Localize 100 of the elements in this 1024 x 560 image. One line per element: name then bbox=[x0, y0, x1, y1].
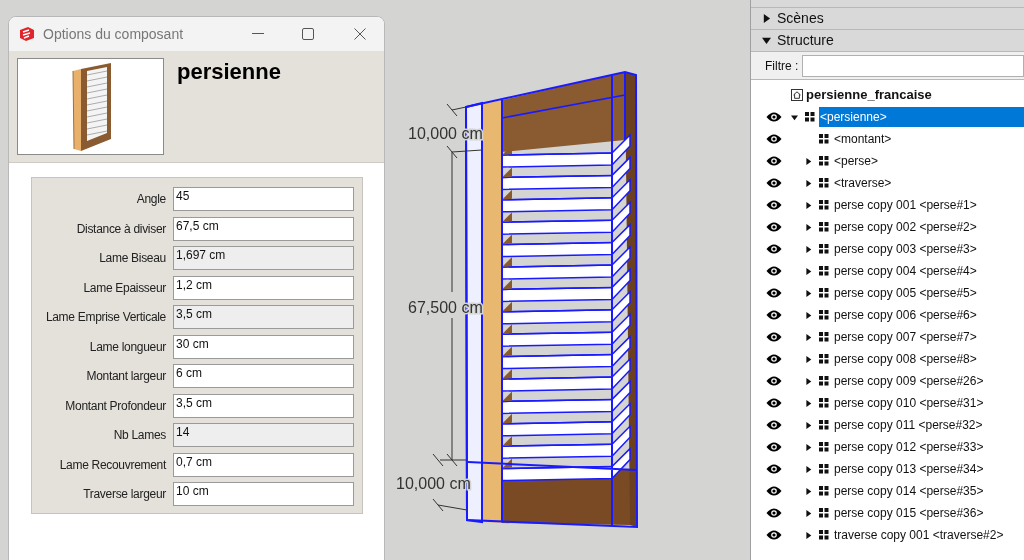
eye-icon[interactable] bbox=[766, 331, 782, 343]
collapse-caret-icon[interactable] bbox=[791, 113, 798, 121]
minimize-icon[interactable] bbox=[252, 33, 264, 35]
tree-item[interactable]: traverse copy 001 <traverse#2> bbox=[833, 525, 1024, 545]
expand-caret-icon[interactable] bbox=[805, 443, 812, 451]
component-icon bbox=[805, 112, 815, 122]
tree-item[interactable]: <montant> bbox=[833, 129, 1024, 149]
collapse-caret-icon[interactable] bbox=[762, 36, 771, 45]
tree-item[interactable]: <persienne> bbox=[819, 107, 1024, 127]
component-icon bbox=[819, 508, 829, 518]
text-field[interactable]: 67,5 cm bbox=[173, 216, 354, 241]
eye-icon[interactable] bbox=[766, 463, 782, 475]
eye-icon[interactable] bbox=[766, 155, 782, 167]
expand-caret-icon[interactable] bbox=[805, 201, 812, 209]
field-label: Lame Biseau bbox=[98, 250, 167, 267]
tree-item[interactable]: perse copy 002 <perse#2> bbox=[833, 217, 1024, 237]
field-label: Angle bbox=[135, 191, 167, 208]
expand-caret-icon[interactable] bbox=[805, 399, 812, 407]
field-label: Traverse largeur bbox=[82, 486, 167, 503]
field-label: Lame Recouvrement bbox=[58, 456, 168, 474]
tree-item[interactable]: perse copy 005 <perse#5> bbox=[833, 283, 1024, 303]
eye-icon[interactable] bbox=[766, 265, 782, 277]
expand-caret-icon[interactable] bbox=[805, 289, 812, 297]
tree-item[interactable]: perse copy 009 <perse#26> bbox=[833, 371, 1024, 391]
expand-caret-icon[interactable] bbox=[805, 421, 812, 429]
eye-icon[interactable] bbox=[766, 397, 782, 409]
tree-item[interactable]: perse copy 011 <perse#32> bbox=[833, 415, 1024, 435]
component-icon bbox=[819, 156, 829, 166]
eye-icon[interactable] bbox=[766, 111, 782, 123]
eye-icon[interactable] bbox=[766, 485, 782, 497]
eye-icon[interactable] bbox=[766, 133, 782, 145]
tree-item[interactable]: perse copy 003 <perse#3> bbox=[833, 239, 1024, 259]
tree-item[interactable]: perse copy 013 <perse#34> bbox=[833, 459, 1024, 479]
eye-icon[interactable] bbox=[766, 243, 782, 255]
panel-header[interactable]: Scènes bbox=[751, 8, 1024, 30]
tree-item[interactable]: perse copy 001 <perse#1> bbox=[833, 195, 1024, 215]
component-icon bbox=[819, 530, 829, 540]
expand-caret-icon[interactable] bbox=[805, 179, 812, 187]
text-field[interactable]: 1,2 cm bbox=[173, 275, 354, 300]
expand-caret-icon[interactable] bbox=[805, 157, 812, 165]
component-icon bbox=[819, 178, 829, 188]
tree-item[interactable]: persienne_francaise bbox=[805, 85, 1024, 105]
app-logo-icon bbox=[19, 26, 35, 42]
component-icon bbox=[819, 442, 829, 452]
expand-caret-icon[interactable] bbox=[805, 223, 812, 231]
field-label: Montant largeur bbox=[85, 368, 167, 385]
component-name: persienne bbox=[177, 61, 281, 83]
tree-item[interactable]: <traverse> bbox=[833, 173, 1024, 193]
expand-caret-icon[interactable] bbox=[805, 311, 812, 319]
expand-caret-icon[interactable] bbox=[805, 377, 812, 385]
component-icon bbox=[819, 354, 829, 364]
tree-item[interactable]: perse copy 008 <perse#8> bbox=[833, 349, 1024, 369]
tree-item[interactable]: perse copy 007 <perse#7> bbox=[833, 327, 1024, 347]
component-icon bbox=[819, 200, 829, 210]
component-icon bbox=[819, 222, 829, 232]
expand-caret-icon[interactable] bbox=[805, 355, 812, 363]
panel-header[interactable]: Structure bbox=[751, 30, 1024, 52]
filter-field[interactable] bbox=[802, 54, 1024, 77]
eye-icon[interactable] bbox=[766, 353, 782, 365]
component-icon bbox=[819, 398, 829, 408]
eye-icon[interactable] bbox=[766, 221, 782, 233]
eye-icon[interactable] bbox=[766, 507, 782, 519]
text-field[interactable]: 30 cm bbox=[173, 334, 354, 359]
tree-item[interactable]: <perse> bbox=[833, 151, 1024, 171]
maximize-icon[interactable] bbox=[302, 28, 314, 40]
text-field[interactable]: 10 cm bbox=[173, 482, 354, 506]
expand-caret-icon[interactable] bbox=[805, 465, 812, 473]
eye-icon[interactable] bbox=[766, 529, 782, 541]
component-icon bbox=[819, 310, 829, 320]
tree-item[interactable]: perse copy 006 <perse#6> bbox=[833, 305, 1024, 325]
tree-item[interactable]: perse copy 014 <perse#35> bbox=[833, 481, 1024, 501]
expand-caret-icon[interactable] bbox=[805, 487, 812, 495]
eye-icon[interactable] bbox=[766, 309, 782, 321]
tree-item[interactable]: perse copy 004 <perse#4> bbox=[833, 261, 1024, 281]
component-icon bbox=[819, 134, 829, 144]
text-field[interactable]: 6 cm bbox=[173, 364, 354, 388]
eye-icon[interactable] bbox=[766, 199, 782, 211]
expand-caret-icon[interactable] bbox=[805, 509, 812, 517]
expand-caret-icon[interactable] bbox=[805, 267, 812, 275]
eye-icon[interactable] bbox=[766, 375, 782, 387]
filter-label: Filtre : bbox=[765, 57, 799, 75]
component-icon bbox=[819, 266, 829, 276]
close-icon[interactable] bbox=[354, 28, 366, 40]
expand-caret-icon[interactable] bbox=[805, 333, 812, 341]
eye-icon[interactable] bbox=[766, 441, 782, 453]
expand-caret-icon[interactable] bbox=[805, 245, 812, 253]
eye-icon[interactable] bbox=[766, 287, 782, 299]
tree-item[interactable]: perse copy 015 <perse#36> bbox=[833, 503, 1024, 523]
text-field[interactable]: 0,7 cm bbox=[173, 452, 354, 477]
tree-item[interactable]: perse copy 010 <perse#31> bbox=[833, 393, 1024, 413]
eye-icon[interactable] bbox=[766, 177, 782, 189]
field-label: Distance à diviser bbox=[75, 220, 167, 238]
eye-icon[interactable] bbox=[766, 419, 782, 431]
expand-caret-icon[interactable] bbox=[762, 14, 771, 23]
field-label: Montant Profondeur bbox=[64, 397, 167, 415]
text-field[interactable]: 3,5 cm bbox=[173, 393, 354, 418]
component-icon bbox=[819, 376, 829, 386]
expand-caret-icon[interactable] bbox=[805, 531, 812, 539]
text-field[interactable]: 45 bbox=[173, 187, 354, 211]
tree-item[interactable]: perse copy 012 <perse#33> bbox=[833, 437, 1024, 457]
